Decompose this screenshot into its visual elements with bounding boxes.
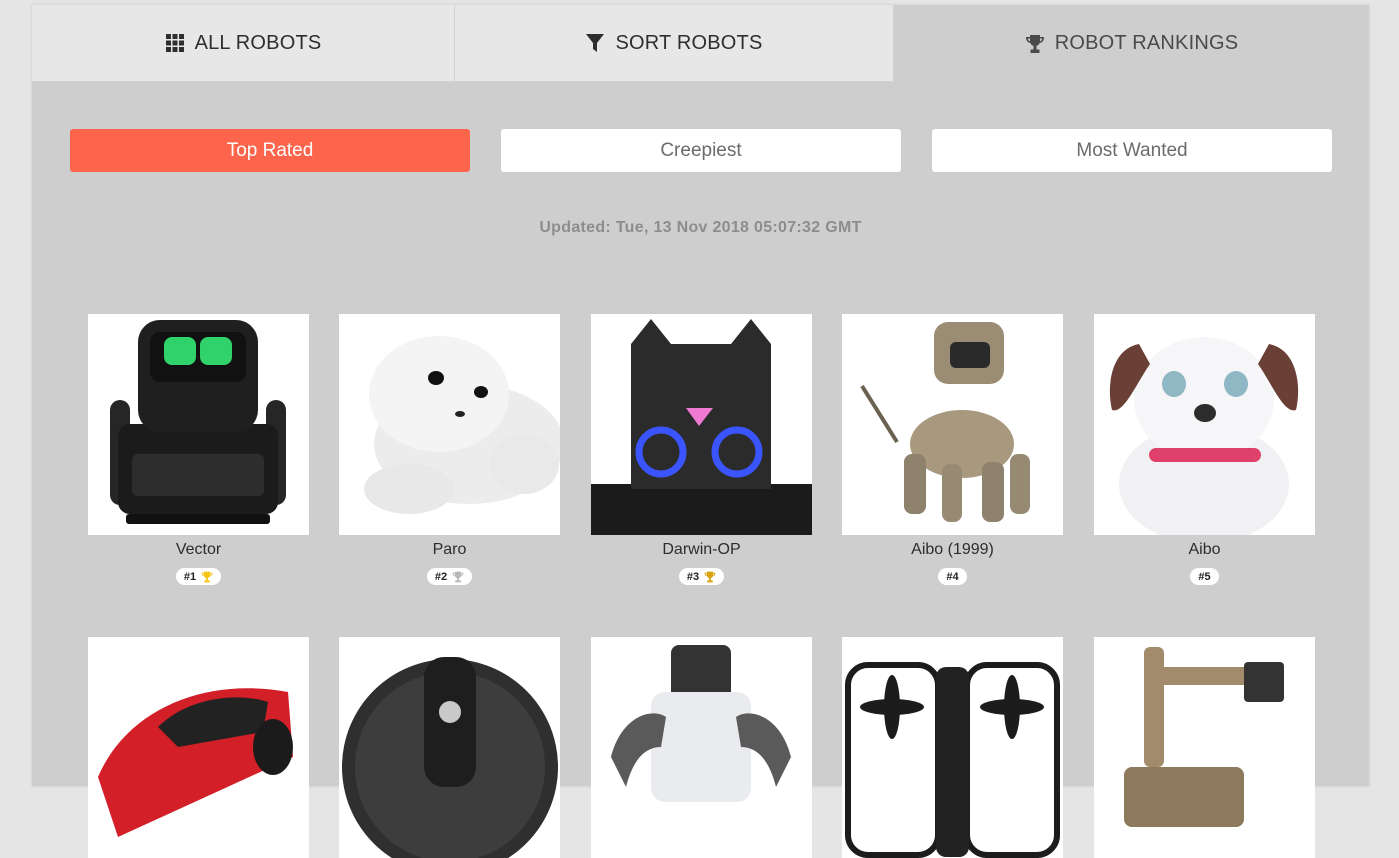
robot-image-aibo-1999[interactable] (842, 314, 1063, 535)
rank-number: #3 (686, 570, 700, 583)
gold-trophy-icon (201, 571, 213, 582)
rank-badge: #3 (591, 568, 812, 585)
rank-badge: #5 (1094, 568, 1315, 585)
robot-name: Aibo (1999) (911, 541, 994, 558)
robot-card-row2-1[interactable] (88, 637, 309, 858)
rank-number: #1 (183, 570, 197, 583)
robot-image-vector[interactable] (88, 314, 309, 535)
robot-image-aibo[interactable] (1094, 314, 1315, 535)
robot-name: Darwin-OP (662, 541, 741, 558)
filter-icon (585, 33, 605, 53)
robot-card-vector[interactable]: Vector #1 (88, 314, 309, 585)
robot-card-row2-3[interactable] (591, 637, 812, 858)
robot-card-row2-2[interactable] (339, 637, 560, 858)
robot-image-drone[interactable] (842, 637, 1063, 858)
rankings-panel: ALL ROBOTS SORT ROBOTS ROBOT RANKINGS To… (32, 5, 1369, 858)
trophy-icon (1025, 34, 1045, 54)
robot-image-robot-vacuum[interactable] (339, 637, 560, 858)
filter-creepiest-button[interactable]: Creepiest (501, 129, 901, 172)
tab-robot-rankings[interactable]: ROBOT RANKINGS (894, 5, 1369, 82)
robot-card-paro[interactable]: Paro #2 (339, 314, 560, 585)
filter-top-rated-button[interactable]: Top Rated (70, 129, 470, 172)
robot-image-paro[interactable] (339, 314, 560, 535)
robot-image-darwin-op[interactable] (591, 314, 812, 535)
robot-card-row2-4[interactable] (842, 637, 1063, 858)
rank-badge: #1 (88, 568, 309, 585)
robot-card-row2-5[interactable] (1094, 637, 1315, 858)
silver-trophy-icon (452, 571, 464, 582)
robot-card-aibo[interactable]: Aibo #5 (1094, 314, 1315, 585)
robot-name: Aibo (1188, 541, 1221, 558)
tab-robot-rankings-label: ROBOT RANKINGS (1054, 32, 1239, 54)
tab-sort-robots[interactable]: SORT ROBOTS (455, 5, 894, 82)
robot-card-aibo-1999[interactable]: Aibo (1999) #4 (842, 314, 1063, 585)
grid-icon (165, 33, 185, 53)
rank-badge: #4 (842, 568, 1063, 585)
filter-creepiest-label: Creepiest (660, 139, 742, 161)
tab-all-robots-label: ALL ROBOTS (194, 31, 322, 54)
robot-card-darwin-op[interactable]: Darwin-OP #3 (591, 314, 812, 585)
robot-image-atlas[interactable] (591, 637, 812, 858)
filter-top-rated-label: Top Rated (226, 139, 314, 161)
robot-image-race-car[interactable] (88, 637, 309, 858)
main-nav: ALL ROBOTS SORT ROBOTS ROBOT RANKINGS (32, 5, 1369, 83)
rank-number: #5 (1198, 570, 1211, 583)
rank-number: #2 (434, 570, 448, 583)
filter-most-wanted-button[interactable]: Most Wanted (932, 129, 1332, 172)
rank-badge: #2 (339, 568, 560, 585)
robot-image-bomb-disposal[interactable] (1094, 637, 1315, 858)
bronze-trophy-icon (704, 571, 716, 582)
robot-name: Paro (432, 541, 467, 558)
filter-most-wanted-label: Most Wanted (1076, 139, 1188, 161)
tab-sort-robots-label: SORT ROBOTS (615, 31, 763, 54)
tab-all-robots[interactable]: ALL ROBOTS (32, 5, 455, 82)
updated-timestamp: Updated: Tue, 13 Nov 2018 05:07:32 GMT (539, 219, 862, 236)
robot-name: Vector (175, 541, 222, 558)
rank-number: #4 (946, 570, 959, 583)
